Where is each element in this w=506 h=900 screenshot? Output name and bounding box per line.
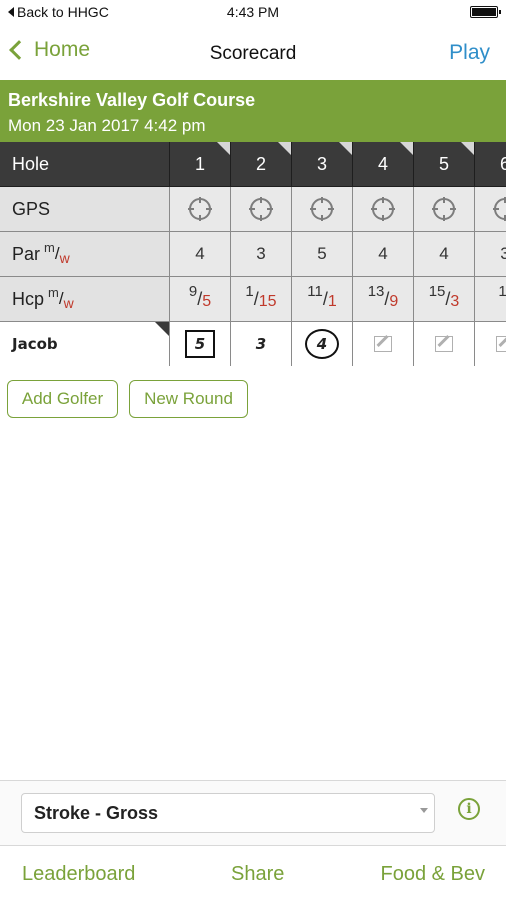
hcp-men-value: 9 [188, 282, 198, 300]
men-marker: m [44, 239, 55, 255]
player-name[interactable]: Jacob [0, 322, 170, 366]
par-cell: 3 [475, 232, 506, 277]
tab-food-bev[interactable]: Food & Bev [380, 863, 485, 886]
score-cell[interactable]: 4 [292, 322, 353, 366]
par-cell: 4 [170, 232, 231, 277]
battery-icon [470, 6, 501, 18]
hcp-cell: 9/5 [170, 277, 231, 322]
par-cell: 5 [292, 232, 353, 277]
scorecard-grid: Hole 1 2 3 4 5 6 GPS Par m / w 4 3 5 4 4… [0, 142, 506, 366]
hcp-men-value: 1 [498, 282, 506, 300]
score-cell[interactable]: 5 [170, 322, 231, 366]
score-cell[interactable]: 3 [231, 322, 292, 366]
hcp-cell: 1/15 [231, 277, 292, 322]
men-marker: m [48, 284, 59, 300]
hole-number[interactable]: 1 [170, 142, 231, 187]
hcp-row: Hcp m / w 9/5 1/15 11/1 13/9 15/3 1/ [0, 277, 506, 322]
tab-leaderboard[interactable]: Leaderboard [22, 863, 135, 886]
edit-icon [374, 336, 392, 352]
gps-cell[interactable] [231, 187, 292, 232]
hcp-men-value: 11 [307, 282, 323, 300]
status-bar: Back to HHGC 4:43 PM [0, 0, 506, 24]
hole-number[interactable]: 5 [414, 142, 475, 187]
gps-cell[interactable] [292, 187, 353, 232]
hcp-cell: 1/ [475, 277, 506, 322]
hcp-women-value: 5 [202, 292, 212, 310]
hcp-label: Hcp m / w [0, 277, 170, 322]
edit-icon [435, 336, 453, 352]
par-row: Par m / w 4 3 5 4 4 3 [0, 232, 506, 277]
par-value: 4 [378, 244, 388, 263]
par-value: 3 [256, 244, 266, 263]
gps-row: GPS [0, 187, 506, 232]
hcp-men-value: 1 [245, 282, 254, 300]
crosshair-icon [188, 197, 212, 221]
hcp-men-value: 13 [367, 282, 385, 300]
gps-label: GPS [0, 187, 170, 232]
par-cell: 4 [353, 232, 414, 277]
hole-label: Hole [0, 142, 170, 187]
scoring-format-value: Stroke - Gross [34, 802, 159, 823]
status-time: 4:43 PM [226, 4, 280, 20]
par-value: 3 [500, 244, 506, 263]
crosshair-icon [249, 197, 273, 221]
edit-icon [496, 336, 506, 352]
score-value: 4 [316, 335, 328, 353]
hcp-cell: 15/3 [414, 277, 475, 322]
page-title: Scorecard [209, 43, 297, 64]
hcp-cell: 11/1 [292, 277, 353, 322]
par-value: 4 [195, 244, 205, 263]
hcp-women-value: 1 [327, 292, 337, 310]
course-name: Berkshire Valley Golf Course [8, 90, 256, 110]
hole-number[interactable]: 6 [475, 142, 506, 187]
hcp-women-value: 3 [450, 292, 460, 310]
hole-number[interactable]: 2 [231, 142, 292, 187]
score-cell[interactable] [414, 322, 475, 366]
nav-bar: Home Scorecard Play [0, 26, 506, 80]
gps-cell[interactable] [475, 187, 506, 232]
hole-row: Hole 1 2 3 4 5 6 [0, 142, 506, 187]
new-round-button[interactable]: New Round [129, 380, 248, 418]
score-cell[interactable] [353, 322, 414, 366]
par-cell: 4 [414, 232, 475, 277]
chevron-down-icon [420, 808, 428, 813]
hcp-men-value: 15 [428, 282, 446, 300]
par-label-text: Par [12, 243, 41, 264]
hcp-women-value: 15 [258, 292, 277, 310]
par-label: Par m / w [0, 232, 170, 277]
info-icon[interactable]: i [458, 798, 480, 820]
score-value: 5 [194, 335, 206, 353]
hcp-women-value: 9 [389, 292, 399, 310]
score-value: 3 [255, 335, 267, 353]
score-cell[interactable] [475, 322, 506, 366]
tab-share[interactable]: Share [231, 863, 284, 886]
bogey-box: 5 [185, 330, 215, 358]
course-banner: Berkshire Valley Golf Course Mon 23 Jan … [0, 80, 506, 142]
women-marker: w [63, 295, 74, 311]
hcp-label-text: Hcp [12, 288, 45, 309]
women-marker: w [59, 250, 70, 266]
hcp-cell: 13/9 [353, 277, 414, 322]
par-value: 5 [317, 244, 327, 263]
round-date: Mon 23 Jan 2017 4:42 pm [8, 116, 206, 135]
gps-cell[interactable] [414, 187, 475, 232]
player-row: Jacob 5 3 4 [0, 322, 506, 366]
gps-cell[interactable] [170, 187, 231, 232]
format-select-area: Stroke - Gross i [0, 780, 506, 845]
crosshair-icon [310, 197, 334, 221]
par-value: 4 [439, 244, 449, 263]
add-golfer-button[interactable]: Add Golfer [7, 380, 118, 418]
gps-cell[interactable] [353, 187, 414, 232]
crosshair-icon [371, 197, 395, 221]
bottom-tab-bar: Leaderboard Share Food & Bev [0, 845, 506, 900]
crosshair-icon [493, 197, 506, 221]
par-cell: 3 [231, 232, 292, 277]
play-button[interactable]: Play [449, 41, 490, 65]
hole-number[interactable]: 4 [353, 142, 414, 187]
crosshair-icon [432, 197, 456, 221]
scoring-format-select[interactable]: Stroke - Gross [21, 793, 435, 833]
hole-number[interactable]: 3 [292, 142, 353, 187]
birdie-circle: 4 [305, 329, 339, 359]
